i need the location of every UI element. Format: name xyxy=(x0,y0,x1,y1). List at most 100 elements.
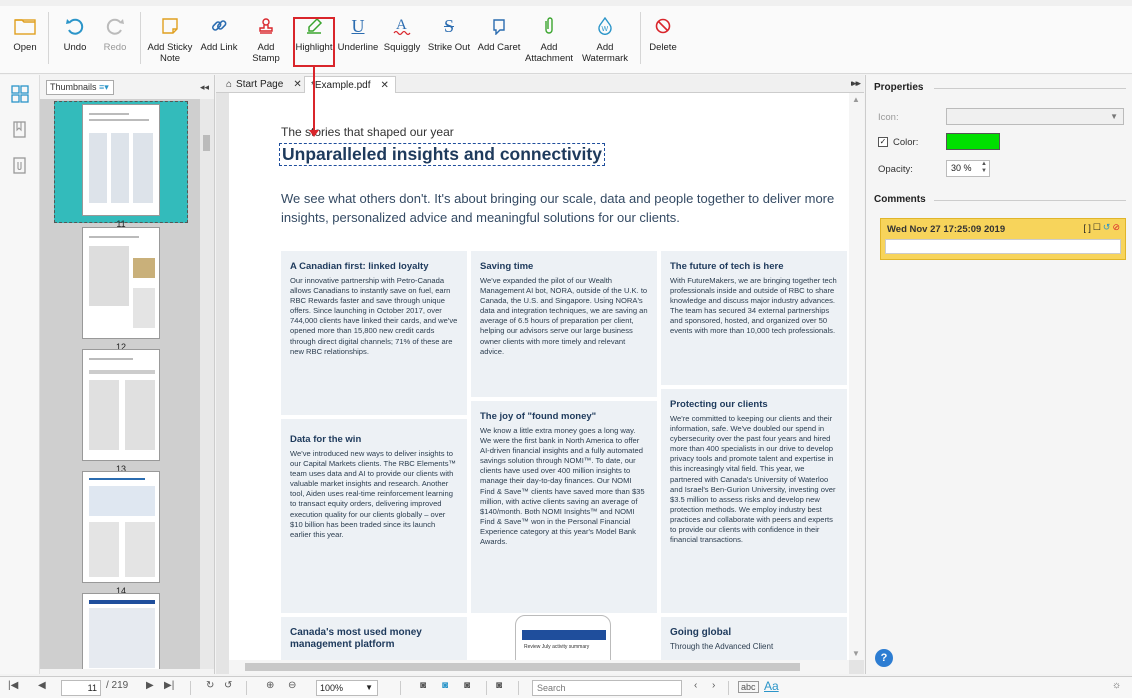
scrollbar-thumb[interactable] xyxy=(245,663,800,671)
thumbnails-view-select[interactable]: Thumbnails ≡▾ xyxy=(46,80,114,95)
add-caret-button[interactable]: Add Caret xyxy=(476,8,522,70)
scroll-down-icon[interactable]: ▼ xyxy=(852,649,860,658)
callout-arrow-head xyxy=(309,130,319,137)
search-next-icon[interactable]: › xyxy=(712,680,715,691)
add-watermark-button[interactable]: W Add Watermark xyxy=(580,8,630,70)
zoom-out-icon[interactable]: ⊖ xyxy=(288,680,296,691)
undo-icon xyxy=(63,14,87,38)
squiggly-button[interactable]: A Squiggly xyxy=(382,8,422,70)
thumbnail-page-12[interactable]: 12 xyxy=(54,227,188,352)
checkbox-icon[interactable]: ☐ xyxy=(1093,222,1101,233)
add-attachment-button[interactable]: Add Attachment xyxy=(525,8,573,70)
reply-icon[interactable]: ↺ xyxy=(1103,222,1111,233)
bracket-icon[interactable]: [ ] xyxy=(1083,223,1091,233)
caret-icon xyxy=(487,14,511,38)
divider xyxy=(400,681,401,695)
card-future-of-tech: The future of tech is here With FutureMa… xyxy=(661,251,847,385)
pdf-page[interactable]: The stories that shaped our year Unparal… xyxy=(229,93,849,668)
bookmarks-icon[interactable] xyxy=(11,121,29,139)
card-body: We're committed to keeping our clients a… xyxy=(670,414,836,545)
undo-button[interactable]: Undo xyxy=(58,8,92,70)
collapse-panel-icon[interactable]: ▸▸ xyxy=(852,78,861,89)
thumbnail-page-15[interactable] xyxy=(54,593,188,669)
card-linked-loyalty: A Canadian first: linked loyalty Our inn… xyxy=(281,251,467,415)
collapse-panel-icon[interactable]: ◂◂ xyxy=(200,82,209,93)
delete-button[interactable]: Delete xyxy=(646,8,680,70)
opacity-label: Opacity: xyxy=(878,164,913,175)
strike-out-button[interactable]: S Strike Out xyxy=(427,8,471,70)
card-title: Data for the win xyxy=(290,434,362,445)
delete-comment-icon[interactable]: ⊘ xyxy=(1112,222,1120,233)
left-icon-strip xyxy=(0,75,40,674)
comment-actions: [ ] ☐ ↺ ⊘ xyxy=(1083,222,1120,233)
match-whole-word-icon[interactable]: abc xyxy=(738,681,759,693)
close-icon[interactable]: ✕ xyxy=(293,79,301,90)
document-horizontal-scrollbar[interactable] xyxy=(229,660,849,674)
thumbnails-view-icon[interactable] xyxy=(11,85,29,103)
thumbnails-header: Thumbnails ≡▾ ◂◂ xyxy=(40,75,215,99)
rotate-clockwise-icon[interactable]: ↻ xyxy=(206,680,214,691)
thumbnail-page-14[interactable]: 14 xyxy=(54,471,188,596)
underline-label: Underline xyxy=(337,42,379,53)
phone-header-bar xyxy=(522,630,606,640)
color-label: Color: xyxy=(893,137,919,148)
color-checkbox[interactable]: ✓ xyxy=(878,137,888,147)
last-page-icon[interactable]: ▶| xyxy=(164,680,174,691)
card-data-for-the-win: Data for the win We've introduced new wa… xyxy=(281,419,467,613)
underline-button[interactable]: U Underline xyxy=(337,8,379,70)
page-headline[interactable]: Unparalleled insights and connectivity xyxy=(279,143,605,166)
brightness-icon[interactable]: ☼ xyxy=(1112,680,1121,691)
add-link-button[interactable]: Add Link xyxy=(200,8,238,70)
spin-arrows-icon[interactable]: ▲ ▼ xyxy=(981,161,987,175)
comment-card[interactable]: Wed Nov 27 17:25:09 2019 [ ] ☐ ↺ ⊘ xyxy=(880,218,1126,260)
tab-label: Start Page xyxy=(236,79,284,90)
card-saving-time: Saving time We've expanded the pilot of … xyxy=(471,251,657,397)
document-vertical-scrollbar[interactable]: ▲ ▼ xyxy=(849,93,864,660)
first-page-icon[interactable]: |◀ xyxy=(8,680,18,691)
stamp-icon xyxy=(254,14,278,38)
color-swatch[interactable] xyxy=(946,133,1000,150)
callout-arrow xyxy=(313,67,315,131)
scroll-up-icon[interactable]: ▲ xyxy=(852,95,860,104)
tab-example-pdf[interactable]: *Example.pdf ✕ xyxy=(304,76,396,93)
search-previous-icon[interactable]: ‹ xyxy=(694,680,697,691)
single-page-view-icon[interactable]: ◙ xyxy=(420,680,426,691)
facing-view-icon[interactable]: ◙ xyxy=(464,680,470,691)
rotate-counterclockwise-icon[interactable]: ↺ xyxy=(224,680,232,691)
add-stamp-label: Add Stamp xyxy=(252,42,280,64)
continuous-view-icon[interactable]: ◙ xyxy=(442,680,448,691)
card-title: The joy of "found money" xyxy=(480,411,597,422)
comment-date: Wed Nov 27 17:25:09 2019 xyxy=(887,224,1006,235)
attachments-panel-icon[interactable] xyxy=(11,157,29,175)
close-icon[interactable]: ✕ xyxy=(380,80,388,91)
previous-page-icon[interactable]: ◀ xyxy=(38,680,46,691)
tab-start-page[interactable]: ⌂ Start Page ✕ xyxy=(220,76,308,93)
zoom-in-icon[interactable]: ⊕ xyxy=(266,680,274,691)
card-body: Our innovative partnership with Petro-Ca… xyxy=(290,276,458,356)
card-body: With FutureMakers, we are bringing toget… xyxy=(670,276,837,336)
toolbar-separator xyxy=(640,12,641,64)
watermark-icon: W xyxy=(593,14,617,38)
match-case-icon[interactable]: Aa xyxy=(764,679,779,693)
help-icon[interactable]: ? xyxy=(875,649,893,667)
icon-select[interactable]: ▼ xyxy=(946,108,1124,125)
thumbnail-page-13[interactable]: 13 xyxy=(54,349,188,474)
thumbnail-page-11[interactable]: 11 xyxy=(54,101,188,229)
opacity-stepper[interactable]: 30 % ▲ ▼ xyxy=(946,160,990,177)
add-sticky-note-button[interactable]: Add Sticky Note xyxy=(144,8,196,70)
redo-button[interactable]: Redo xyxy=(98,8,132,70)
add-stamp-button[interactable]: Add Stamp xyxy=(243,8,289,70)
open-button[interactable]: Open xyxy=(8,8,42,70)
cover-view-icon[interactable]: ◙ xyxy=(496,680,502,691)
thumbnails-scrollbar[interactable] xyxy=(200,99,214,669)
card-title: Canada's most used money management plat… xyxy=(290,627,422,650)
next-page-icon[interactable]: ▶ xyxy=(146,680,154,691)
squiggly-icon: A xyxy=(390,14,414,38)
search-input[interactable]: Search xyxy=(532,680,682,696)
comment-text-field[interactable] xyxy=(885,239,1121,254)
zoom-select[interactable]: 100% ▼ xyxy=(316,680,378,696)
page-number-input[interactable]: 11 xyxy=(61,680,101,696)
scrollbar-thumb[interactable] xyxy=(203,135,210,151)
highlight-button-callout xyxy=(293,17,335,67)
tab-label: *Example.pdf xyxy=(311,79,371,91)
